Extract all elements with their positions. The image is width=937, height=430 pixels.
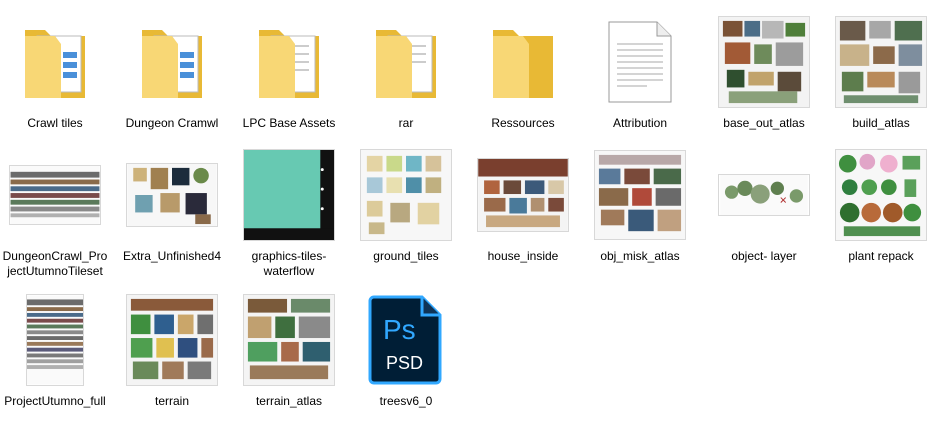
file-name: ground_tiles <box>373 249 439 263</box>
file-name: house_inside <box>487 249 559 263</box>
image-thumbnail: ✕ <box>714 145 814 245</box>
file-name: graphics-tiles-waterflow <box>251 249 327 278</box>
file-name: object- layer <box>731 249 797 263</box>
image-thumbnail <box>122 290 222 390</box>
folder-icon <box>239 12 339 112</box>
file-name: plant repack <box>848 249 914 263</box>
file-item-projectutumno-full[interactable]: ProjectUtumno_full <box>0 290 110 430</box>
file-item-rar[interactable]: rar <box>351 12 461 152</box>
image-thumbnail <box>122 145 222 245</box>
file-item-object-layer[interactable]: ✕ object- layer <box>709 145 819 285</box>
photoshop-file-icon: Ps PSD <box>356 290 456 390</box>
folder-icon <box>122 12 222 112</box>
image-thumbnail <box>5 290 105 390</box>
ps-logo: Ps <box>383 314 416 345</box>
image-thumbnail <box>473 145 573 245</box>
file-name: terrain_atlas <box>255 394 323 408</box>
image-thumbnail <box>239 290 339 390</box>
file-name: build_atlas <box>852 116 910 130</box>
file-item-build-atlas[interactable]: build_atlas <box>826 12 936 152</box>
file-item-attribution[interactable]: Attribution <box>585 12 695 152</box>
file-name: Crawl tiles <box>27 116 83 130</box>
file-name: treesv6_0 <box>379 394 433 408</box>
file-name: rar <box>398 116 414 130</box>
file-name: LPC Base Assets <box>242 116 336 130</box>
file-name: Ressources <box>491 116 555 130</box>
file-item-dungeoncrawl-projectutumnotileset[interactable]: DungeonCrawl_ProjectUtumnoTileset <box>0 145 110 285</box>
file-item-lpc-base-assets[interactable]: LPC Base Assets <box>234 12 344 152</box>
file-item-graphics-tiles-waterflow[interactable]: graphics-tiles-waterflow <box>234 145 344 285</box>
file-name: Extra_Unfinished4 <box>122 249 222 263</box>
file-name: terrain <box>154 394 189 408</box>
file-item-house-inside[interactable]: house_inside <box>468 145 578 285</box>
file-item-extra-unfinished4[interactable]: Extra_Unfinished4 <box>117 145 227 285</box>
file-name: obj_misk_atlas <box>600 249 680 263</box>
folder-icon <box>5 12 105 112</box>
image-thumbnail <box>831 145 931 245</box>
file-item-crawl-tiles[interactable]: Crawl tiles <box>0 12 110 152</box>
file-name: ProjectUtumno_full <box>4 394 106 408</box>
file-item-treesv6-0[interactable]: Ps PSD treesv6_0 <box>351 290 461 430</box>
file-item-ground-tiles[interactable]: ground_tiles <box>351 145 461 285</box>
folder-icon <box>356 12 456 112</box>
image-thumbnail <box>356 145 456 245</box>
file-name: DungeonCrawl_ProjectUtumnoTileset <box>2 249 108 278</box>
file-item-terrain[interactable]: terrain <box>117 290 227 430</box>
image-thumbnail <box>714 12 814 112</box>
image-thumbnail <box>831 12 931 112</box>
file-name: base_out_atlas <box>723 116 805 130</box>
svg-text:✕: ✕ <box>779 196 787 207</box>
file-name: Dungeon Cramwl <box>125 116 219 130</box>
file-name: Attribution <box>612 116 668 130</box>
file-item-base-out-atlas[interactable]: base_out_atlas <box>709 12 819 152</box>
image-thumbnail <box>590 145 690 245</box>
image-thumbnail <box>5 145 105 245</box>
file-item-plant-repack[interactable]: plant repack <box>826 145 936 285</box>
image-thumbnail <box>239 145 339 245</box>
text-document-icon <box>590 12 690 112</box>
file-item-dungeon-cramwl[interactable]: Dungeon Cramwl <box>117 12 227 152</box>
psd-badge: PSD <box>386 353 423 373</box>
file-item-obj-misk-atlas[interactable]: obj_misk_atlas <box>585 145 695 285</box>
folder-icon <box>473 12 573 112</box>
file-item-ressources[interactable]: Ressources <box>468 12 578 152</box>
file-item-terrain-atlas[interactable]: terrain_atlas <box>234 290 344 430</box>
